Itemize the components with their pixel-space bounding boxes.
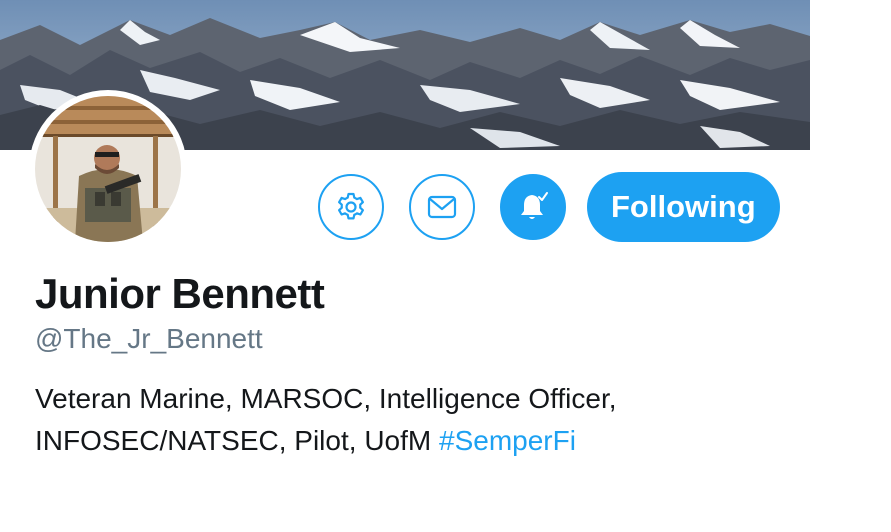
profile-bio: Veteran Marine, MARSOC, Intelligence Off… bbox=[35, 378, 755, 462]
bio-line-2-text: INFOSEC/NATSEC, Pilot, UofM bbox=[35, 425, 439, 456]
settings-button[interactable] bbox=[318, 174, 384, 240]
profile-name: Junior Bennett bbox=[35, 270, 325, 317]
profile-handle[interactable]: @The_Jr_Bennett bbox=[35, 323, 263, 355]
avatar[interactable] bbox=[35, 96, 181, 242]
profile-actions: Following bbox=[318, 172, 780, 242]
hashtag-link[interactable]: #SemperFi bbox=[439, 425, 576, 456]
avatar-photo bbox=[35, 96, 181, 242]
avatar-frame bbox=[29, 90, 187, 248]
bio-line-1: Veteran Marine, MARSOC, Intelligence Off… bbox=[35, 383, 617, 414]
message-button[interactable] bbox=[409, 174, 475, 240]
gear-icon bbox=[338, 192, 364, 220]
envelope-icon bbox=[427, 195, 457, 219]
following-button[interactable]: Following bbox=[587, 172, 780, 242]
bell-check-icon bbox=[521, 192, 548, 219]
bio-line-2: INFOSEC/NATSEC, Pilot, UofM #SemperFi bbox=[35, 420, 755, 462]
notifications-button[interactable] bbox=[500, 174, 566, 240]
